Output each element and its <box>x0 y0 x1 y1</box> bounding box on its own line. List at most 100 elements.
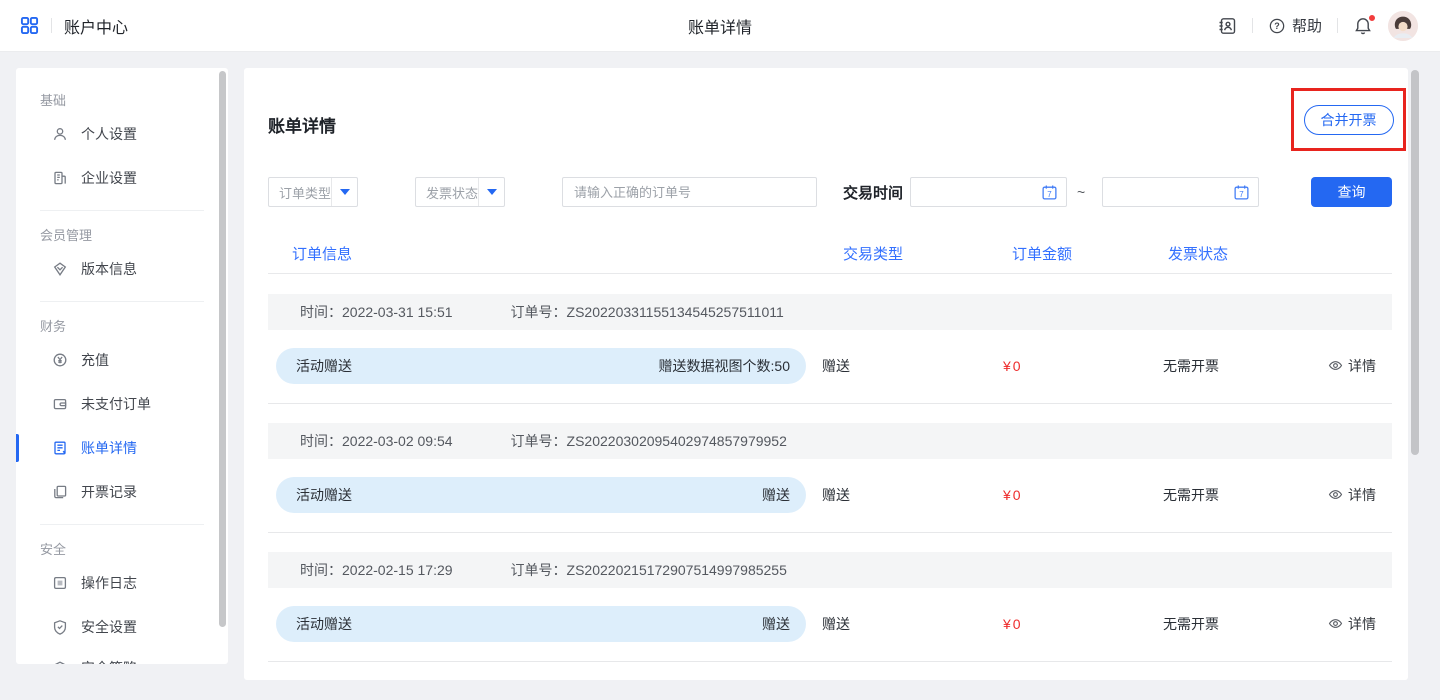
order-time: 2022-02-15 17:29 <box>342 562 453 578</box>
start-date-input[interactable]: 7 <box>910 177 1067 207</box>
sidebar-section-membership: 会员管理 <box>16 227 228 245</box>
invoice-status-select[interactable]: 发票状态 <box>415 177 505 207</box>
sidebar-item-recharge[interactable]: 充值 <box>16 340 228 380</box>
notification-badge <box>1368 14 1376 22</box>
product-pill: 活动赠送 赠送 <box>276 477 806 513</box>
sidebar-item-security-settings[interactable]: 安全设置 <box>16 607 228 647</box>
end-date-input[interactable]: 7 <box>1102 177 1259 207</box>
merge-invoice-button[interactable]: 合并开票 <box>1304 105 1394 135</box>
main-content: 账单详情 合并开票 订单类型 发票状态 交易时间 7 ~ 7 查询 <box>244 68 1408 680</box>
notification-bell-icon[interactable] <box>1353 16 1373 36</box>
sidebar-item-invoice-records[interactable]: 开票记录 <box>16 472 228 512</box>
help-button[interactable]: ? 帮助 <box>1268 15 1322 36</box>
eye-icon <box>1328 616 1343 631</box>
filter-bar: 订单类型 发票状态 交易时间 7 ~ 7 查询 <box>268 177 1392 207</box>
transaction-time-label: 交易时间 <box>843 182 903 203</box>
table-row: 活动赠送 赠送数据视图个数:50 赠送 ¥0 无需开票 详情 <box>268 348 1392 384</box>
sidebar-scrollbar-thumb[interactable] <box>219 71 226 627</box>
product-remark: 赠送 <box>762 485 790 505</box>
bill-icon <box>52 440 68 456</box>
eye-icon <box>1328 358 1343 373</box>
invoice-status: 无需开票 <box>1148 614 1328 634</box>
order-amount: ¥0 <box>988 358 1148 374</box>
sidebar-item-version-info[interactable]: 版本信息 <box>16 249 228 289</box>
divider <box>40 210 204 211</box>
order-group-header: 时间：2022-03-31 15:51 订单号：ZS20220331155134… <box>268 294 1392 330</box>
log-icon <box>52 575 68 591</box>
content-title: 账单详情 <box>268 68 1392 137</box>
divider <box>268 532 1392 533</box>
divider <box>268 661 1392 662</box>
invoice-status: 无需开票 <box>1148 356 1328 376</box>
order-group-header: 时间：2022-03-02 09:54 订单号：ZS20220302095402… <box>268 423 1392 459</box>
product-pill: 活动赠送 赠送数据视图个数:50 <box>276 348 806 384</box>
svg-text:?: ? <box>1274 21 1280 31</box>
workorder-icon[interactable] <box>1217 16 1237 36</box>
sidebar-item-bill-details[interactable]: 账单详情 <box>16 428 228 468</box>
order-number-input[interactable] <box>562 177 817 207</box>
sidebar-item-unpaid-orders[interactable]: 未支付订单 <box>16 384 228 424</box>
divider <box>40 301 204 302</box>
divider <box>40 524 204 525</box>
col-order-info: 订单信息 <box>268 243 813 264</box>
detail-link[interactable]: 详情 <box>1328 614 1376 634</box>
order-group-header: 时间：2022-02-15 17:29 订单号：ZS20220215172907… <box>268 552 1392 588</box>
product-name: 活动赠送 <box>296 485 352 505</box>
order-type-select[interactable]: 订单类型 <box>268 177 358 207</box>
policy-icon <box>52 660 68 664</box>
shield-check-icon <box>52 619 68 635</box>
order-amount: ¥0 <box>988 616 1148 632</box>
help-label: 帮助 <box>1292 15 1322 36</box>
eye-icon <box>1328 487 1343 502</box>
divider <box>1252 18 1253 33</box>
trade-type: 赠送 <box>813 614 988 634</box>
product-remark: 赠送 <box>762 614 790 634</box>
sidebar-section-security: 安全 <box>16 541 228 559</box>
gem-icon <box>52 261 68 277</box>
sidebar-section-basic: 基础 <box>16 68 228 110</box>
divider <box>1337 18 1338 33</box>
yuan-circle-icon <box>52 352 68 368</box>
product-name: 活动赠送 <box>296 356 352 376</box>
page-scrollbar-thumb[interactable] <box>1411 70 1419 455</box>
table-row: 活动赠送 赠送 赠送 ¥0 无需开票 详情 <box>268 606 1392 642</box>
sidebar-item-personal-settings[interactable]: 个人设置 <box>16 114 228 154</box>
svg-text:7: 7 <box>1239 189 1244 198</box>
order-time: 2022-03-02 09:54 <box>342 433 453 449</box>
sidebar: 基础 个人设置 企业设置 会员管理 版本信息 财务 充值 未支付 <box>16 68 228 664</box>
svg-text:7: 7 <box>1047 189 1052 198</box>
invoice-status: 无需开票 <box>1148 485 1328 505</box>
product-name: 活动赠送 <box>296 614 352 634</box>
sidebar-item-enterprise-settings[interactable]: 企业设置 <box>16 158 228 198</box>
range-separator: ~ <box>1077 184 1085 200</box>
order-number: ZS20220215172907514997985255 <box>567 562 787 578</box>
app-grid-icon[interactable] <box>20 16 39 35</box>
sidebar-item-operation-log[interactable]: 操作日志 <box>16 563 228 603</box>
user-icon <box>52 126 68 142</box>
wallet-icon <box>52 396 68 412</box>
col-trade-type: 交易类型 <box>813 243 988 264</box>
topbar: 账户中心 账单详情 ? 帮助 <box>0 0 1440 52</box>
calendar-icon: 7 <box>1233 184 1250 201</box>
detail-link[interactable]: 详情 <box>1328 485 1376 505</box>
calendar-icon: 7 <box>1041 184 1058 201</box>
query-button[interactable]: 查询 <box>1311 177 1392 207</box>
order-number: ZS20220331155134545257511011 <box>567 304 784 320</box>
detail-link[interactable]: 详情 <box>1328 356 1376 376</box>
product-name: 账户中心 <box>64 14 128 38</box>
sidebar-section-finance: 财务 <box>16 318 228 336</box>
chevron-down-icon <box>487 189 497 195</box>
user-avatar[interactable] <box>1388 11 1418 41</box>
order-time: 2022-03-31 15:51 <box>342 304 453 320</box>
col-order-amount: 订单金额 <box>988 243 1148 264</box>
sidebar-item-security-policy[interactable]: 安全策略 <box>16 648 228 664</box>
question-circle-icon: ? <box>1268 17 1286 35</box>
trade-type: 赠送 <box>813 356 988 376</box>
divider <box>268 403 1392 404</box>
table-header: 订单信息 交易类型 订单金额 发票状态 <box>268 234 1392 274</box>
page-title: 账单详情 <box>688 14 752 38</box>
order-number: ZS20220302095402974857979952 <box>567 433 787 449</box>
table-row: 活动赠送 赠送 赠送 ¥0 无需开票 详情 <box>268 477 1392 513</box>
active-indicator <box>16 434 19 462</box>
order-amount: ¥0 <box>988 487 1148 503</box>
